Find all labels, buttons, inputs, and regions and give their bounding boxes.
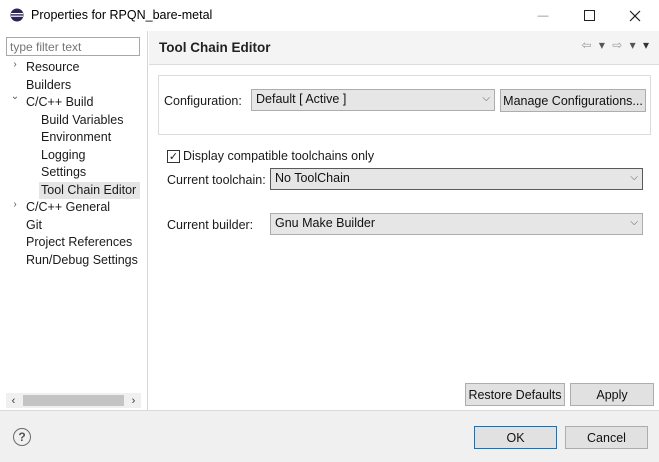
chevron-down-icon: ⌵ [630,217,638,228]
minimize-button[interactable]: — [520,0,566,31]
display-compatible-checkbox[interactable]: ✓ [167,150,180,163]
tree-item-run-debug-settings[interactable]: Run/Debug Settings [26,252,138,269]
tree-item-tool-chain-editor[interactable]: Tool Chain Editor [39,181,141,199]
back-arrow-icon[interactable]: ⇦ [581,38,593,52]
view-menu-icon[interactable]: ▾ [643,38,651,52]
collapse-arrow-icon[interactable]: ⌄ [10,91,20,108]
current-toolchain-value: No ToolChain [275,171,350,185]
filter-input[interactable] [6,37,140,56]
configuration-select[interactable]: Default [ Active ] ⌵ [251,89,495,111]
tree-item-builders[interactable]: Builders [26,77,71,94]
tree-item-cpp-general[interactable]: C/C++ General [26,199,110,216]
current-builder-select[interactable]: Gnu Make Builder ⌵ [270,213,643,235]
current-toolchain-select[interactable]: No ToolChain ⌵ [270,168,643,190]
apply-button[interactable]: Apply [570,383,654,406]
restore-defaults-button[interactable]: Restore Defaults [465,383,565,406]
title-bar: Properties for RPQN_bare-metal — [0,0,659,31]
tree-item-cpp-build[interactable]: C/C++ Build [26,94,93,111]
expand-arrow-icon[interactable]: › [10,199,20,216]
current-builder-label: Current builder: [167,218,254,232]
help-icon[interactable]: ? [13,428,31,446]
chevron-down-icon: ⌵ [482,93,490,104]
window-title: Properties for RPQN_bare-metal [31,8,213,22]
forward-history-menu-icon[interactable]: ▾ [630,38,638,52]
display-compatible-label[interactable]: Display compatible toolchains only [183,149,374,163]
maximize-button[interactable] [566,0,612,31]
scroll-left-icon[interactable]: ‹ [6,393,21,408]
configuration-label: Configuration: [164,94,242,108]
page-title: Tool Chain Editor [159,40,271,55]
ok-button[interactable]: OK [474,426,557,449]
checkmark-icon: ✓ [168,151,179,163]
scroll-right-icon[interactable]: › [126,393,141,408]
dialog-button-bar: ? OK Cancel [0,410,659,462]
property-page: Tool Chain Editor ⇦ ▾ ⇨ ▾ ▾ Configuratio… [149,31,659,410]
current-builder-value: Gnu Make Builder [275,216,376,230]
page-navigation: ⇦ ▾ ⇨ ▾ ▾ [581,38,651,52]
tree-item-resource[interactable]: Resource [26,59,80,76]
back-history-menu-icon[interactable]: ▾ [599,38,607,52]
scrollbar-thumb[interactable] [23,395,124,406]
configuration-value: Default [ Active ] [256,92,347,106]
horizontal-scrollbar[interactable]: ‹ › [6,393,141,408]
manage-configurations-button[interactable]: Manage Configurations... [500,89,646,112]
tree-item-project-references[interactable]: Project References [26,234,132,251]
expand-arrow-icon[interactable]: › [10,59,20,76]
property-pages-nav: › Resource Builders ⌄ C/C++ Build Build … [0,31,148,410]
tree-item-logging[interactable]: Logging [41,147,86,164]
page-header: Tool Chain Editor ⇦ ▾ ⇨ ▾ ▾ [149,31,659,65]
tree-item-git[interactable]: Git [26,217,42,234]
minimize-icon: — [537,9,549,22]
forward-arrow-icon[interactable]: ⇨ [612,38,624,52]
chevron-down-icon: ⌵ [630,172,638,183]
tree-item-environment[interactable]: Environment [41,129,111,146]
close-button[interactable] [612,0,658,31]
close-icon [629,10,641,21]
tree-item-settings[interactable]: Settings [41,164,86,181]
cancel-button[interactable]: Cancel [565,426,648,449]
eclipse-app-icon [10,8,24,22]
tree-item-build-variables[interactable]: Build Variables [41,112,123,129]
maximize-icon [583,10,595,21]
current-toolchain-label: Current toolchain: [167,173,266,187]
configuration-group: Configuration: Default [ Active ] ⌵ Mana… [158,75,651,135]
